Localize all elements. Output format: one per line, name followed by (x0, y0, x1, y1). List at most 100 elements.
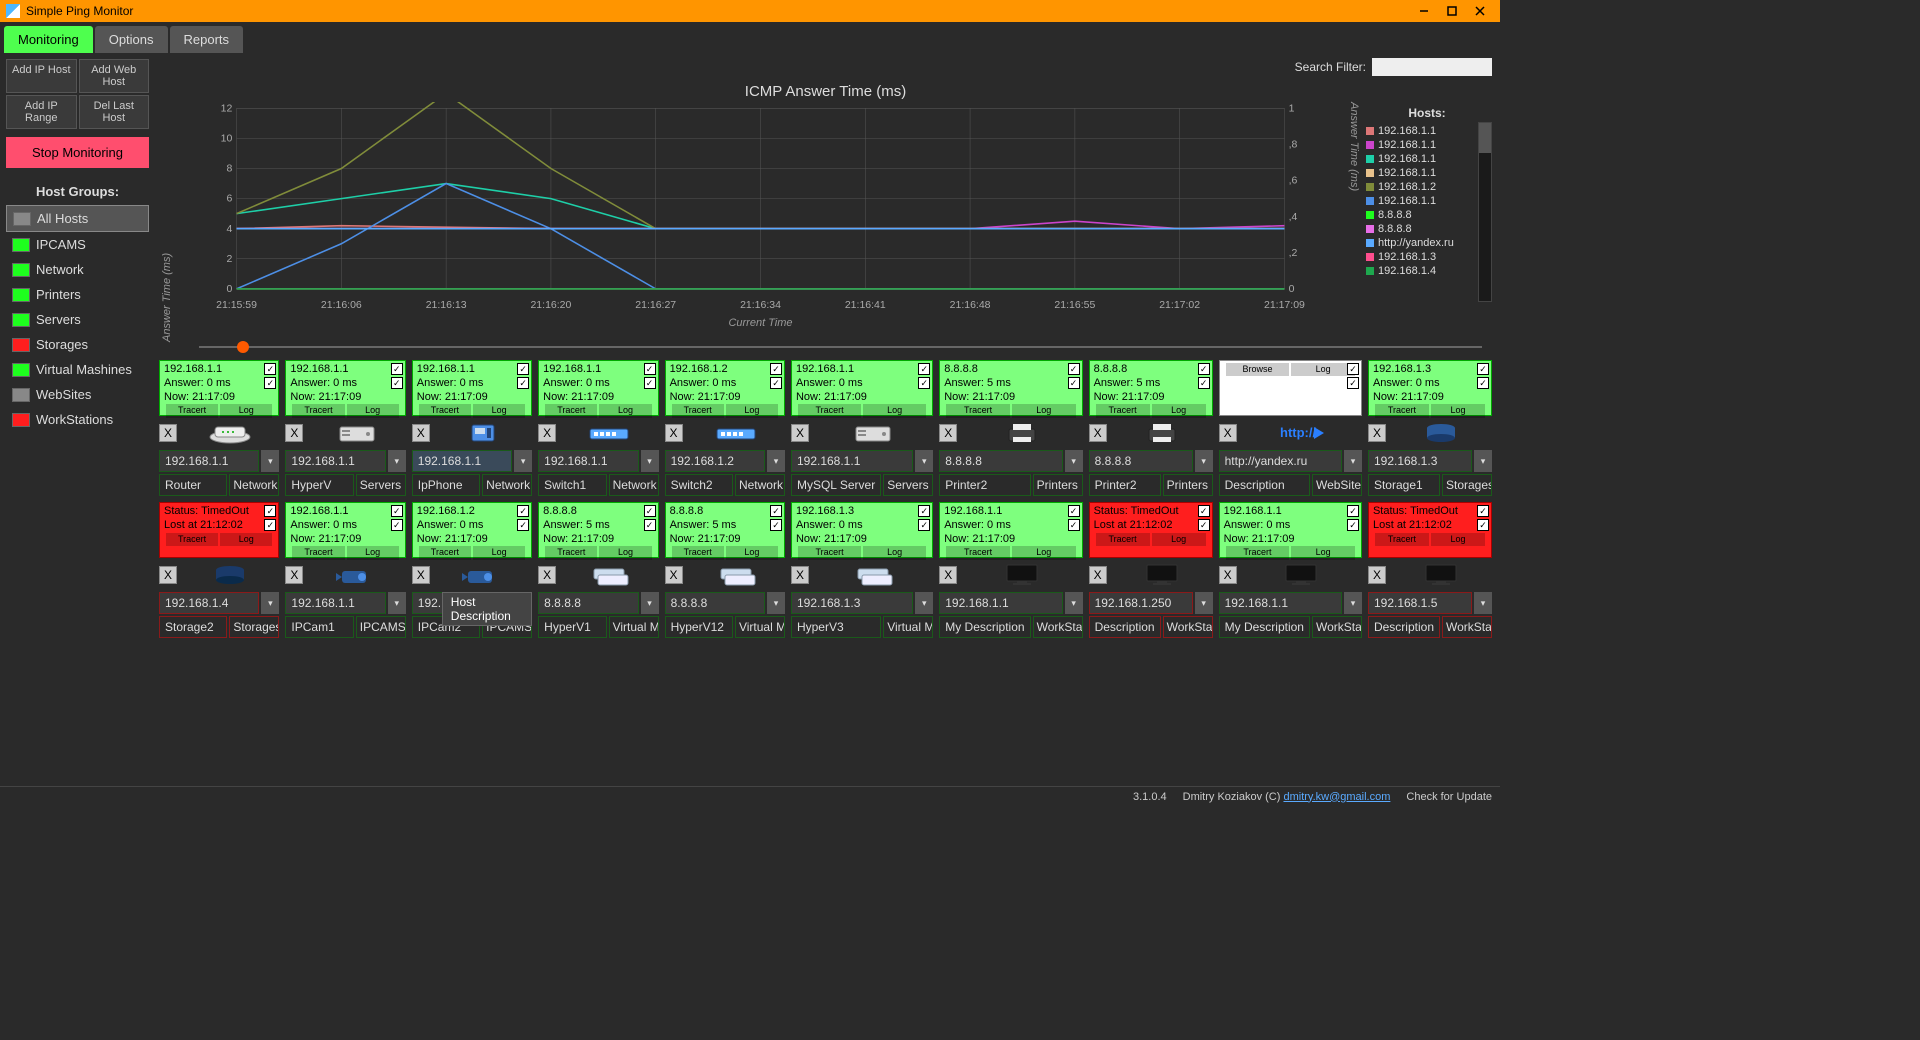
remove-host-button[interactable]: X (285, 566, 303, 584)
host-ip-field[interactable]: 192.168.1.1 (159, 450, 259, 472)
host-description-field[interactable]: Switch1 (538, 474, 606, 496)
legend-item[interactable]: 8.8.8.8 (1366, 208, 1488, 222)
tracert-button[interactable]: Tracert (166, 533, 218, 546)
remove-host-button[interactable]: X (665, 566, 683, 584)
host-description-field[interactable]: HyperV3 (791, 616, 881, 638)
tracert-button[interactable]: Tracert (419, 546, 471, 559)
tracert-button[interactable]: Tracert (419, 404, 471, 417)
host-checkbox-2[interactable]: ✓ (1068, 519, 1080, 531)
host-checkbox-2[interactable]: ✓ (1477, 519, 1489, 531)
remove-host-button[interactable]: X (159, 566, 177, 584)
host-checkbox-1[interactable]: ✓ (517, 505, 529, 517)
stop-monitoring-button[interactable]: Stop Monitoring (6, 137, 149, 168)
host-checkbox-1[interactable]: ✓ (770, 505, 782, 517)
group-item-ipcams[interactable]: IPCAMS (6, 232, 149, 257)
host-ip-field[interactable]: 192.168.1.1 (285, 450, 385, 472)
host-group-field[interactable]: WorkStations (1442, 616, 1492, 638)
tracert-button[interactable]: Tracert (1096, 404, 1150, 417)
log-button[interactable]: Log (726, 404, 778, 417)
remove-host-button[interactable]: X (1089, 566, 1107, 584)
host-checkbox-1[interactable]: ✓ (1068, 363, 1080, 375)
host-checkbox-2[interactable]: ✓ (1477, 377, 1489, 389)
tracert-button[interactable]: Tracert (545, 404, 597, 417)
host-ip-dropdown[interactable]: ▾ (1195, 592, 1213, 614)
log-button[interactable]: Log (599, 546, 651, 559)
host-ip-dropdown[interactable]: ▾ (915, 592, 933, 614)
remove-host-button[interactable]: X (791, 424, 809, 442)
host-checkbox-1[interactable]: ✓ (1198, 505, 1210, 517)
host-group-field[interactable]: Network (482, 474, 532, 496)
remove-host-button[interactable]: X (1089, 424, 1107, 442)
host-description-field[interactable]: My Description (1219, 616, 1310, 638)
remove-host-button[interactable]: X (412, 424, 430, 442)
host-checkbox-1[interactable]: ✓ (391, 505, 403, 517)
host-checkbox-2[interactable]: ✓ (918, 377, 930, 389)
host-checkbox-1[interactable]: ✓ (1477, 505, 1489, 517)
host-checkbox-2[interactable]: ✓ (1198, 519, 1210, 531)
legend-item[interactable]: 192.168.1.2 (1366, 180, 1488, 194)
host-group-field[interactable]: IPCAMS (356, 616, 406, 638)
host-checkbox-2[interactable]: ✓ (1347, 519, 1359, 531)
host-ip-dropdown[interactable]: ▾ (388, 450, 406, 472)
remove-host-button[interactable]: X (538, 566, 556, 584)
host-ip-field[interactable]: 192.168.1.1 (412, 450, 512, 472)
log-button[interactable]: Log (1431, 404, 1485, 417)
tab-options[interactable]: Options (95, 26, 168, 53)
group-item-printers[interactable]: Printers (6, 282, 149, 307)
tab-monitoring[interactable]: Monitoring (4, 26, 93, 53)
log-button[interactable]: Log (347, 546, 399, 559)
host-description-field[interactable]: Description (1219, 474, 1310, 496)
host-ip-dropdown[interactable]: ▾ (514, 450, 532, 472)
remove-host-button[interactable]: X (1368, 424, 1386, 442)
host-description-field[interactable]: HyperV (285, 474, 353, 496)
log-button[interactable]: Log (473, 404, 525, 417)
host-description-field[interactable]: HyperV12 (665, 616, 733, 638)
tab-reports[interactable]: Reports (170, 26, 244, 53)
host-ip-dropdown[interactable]: ▾ (1344, 592, 1362, 614)
log-button[interactable]: Log (1291, 363, 1355, 376)
minimize-button[interactable] (1410, 0, 1438, 22)
host-description-field[interactable]: Printer2 (1089, 474, 1161, 496)
host-group-field[interactable]: Servers (883, 474, 933, 496)
group-item-servers[interactable]: Servers (6, 307, 149, 332)
tracert-button[interactable]: Tracert (798, 404, 861, 417)
host-group-field[interactable]: Virtual Mashines (609, 616, 659, 638)
host-checkbox-1[interactable]: ✓ (1347, 505, 1359, 517)
host-ip-dropdown[interactable]: ▾ (767, 592, 785, 614)
host-ip-dropdown[interactable]: ▾ (1065, 450, 1083, 472)
log-button[interactable]: Log (1012, 404, 1076, 417)
add-ip-range-button[interactable]: Add IP Range (6, 95, 77, 129)
host-ip-field[interactable]: 8.8.8.8 (939, 450, 1062, 472)
log-button[interactable]: Log (473, 546, 525, 559)
legend-item[interactable]: 192.168.1.1 (1366, 152, 1488, 166)
log-button[interactable]: Log (1431, 533, 1485, 546)
host-group-field[interactable]: Printers (1163, 474, 1213, 496)
tracert-button[interactable]: Tracert (946, 404, 1010, 417)
remove-host-button[interactable]: X (412, 566, 430, 584)
host-group-field[interactable]: WebSites (1312, 474, 1362, 496)
log-button[interactable]: Log (220, 533, 272, 546)
tracert-button[interactable]: Tracert (1096, 533, 1150, 546)
host-ip-field[interactable]: 8.8.8.8 (538, 592, 638, 614)
host-checkbox-2[interactable]: ✓ (1068, 377, 1080, 389)
add-ip-host-button[interactable]: Add IP Host (6, 59, 77, 93)
tracert-button[interactable]: Tracert (1375, 533, 1429, 546)
host-checkbox-2[interactable]: ✓ (391, 377, 403, 389)
del-last-host-button[interactable]: Del Last Host (79, 95, 150, 129)
host-group-field[interactable]: Printers (1033, 474, 1083, 496)
legend-item[interactable]: 192.168.1.1 (1366, 124, 1488, 138)
group-item-storages[interactable]: Storages (6, 332, 149, 357)
group-item-all-hosts[interactable]: All Hosts (6, 205, 149, 232)
host-ip-dropdown[interactable]: ▾ (1474, 592, 1492, 614)
host-ip-field[interactable]: 192.168.1.250 (1089, 592, 1193, 614)
tracert-button[interactable]: Tracert (166, 404, 218, 417)
legend-item[interactable]: 192.168.1.1 (1366, 138, 1488, 152)
host-description-field[interactable]: Storage1 (1368, 474, 1440, 496)
remove-host-button[interactable]: X (1368, 566, 1386, 584)
legend-item[interactable]: 192.168.1.1 (1366, 194, 1488, 208)
host-checkbox-1[interactable]: ✓ (264, 505, 276, 517)
maximize-button[interactable] (1438, 0, 1466, 22)
host-group-field[interactable]: Network (735, 474, 785, 496)
host-checkbox-1[interactable]: ✓ (1347, 363, 1359, 375)
host-ip-field[interactable]: 192.168.1.1 (939, 592, 1062, 614)
